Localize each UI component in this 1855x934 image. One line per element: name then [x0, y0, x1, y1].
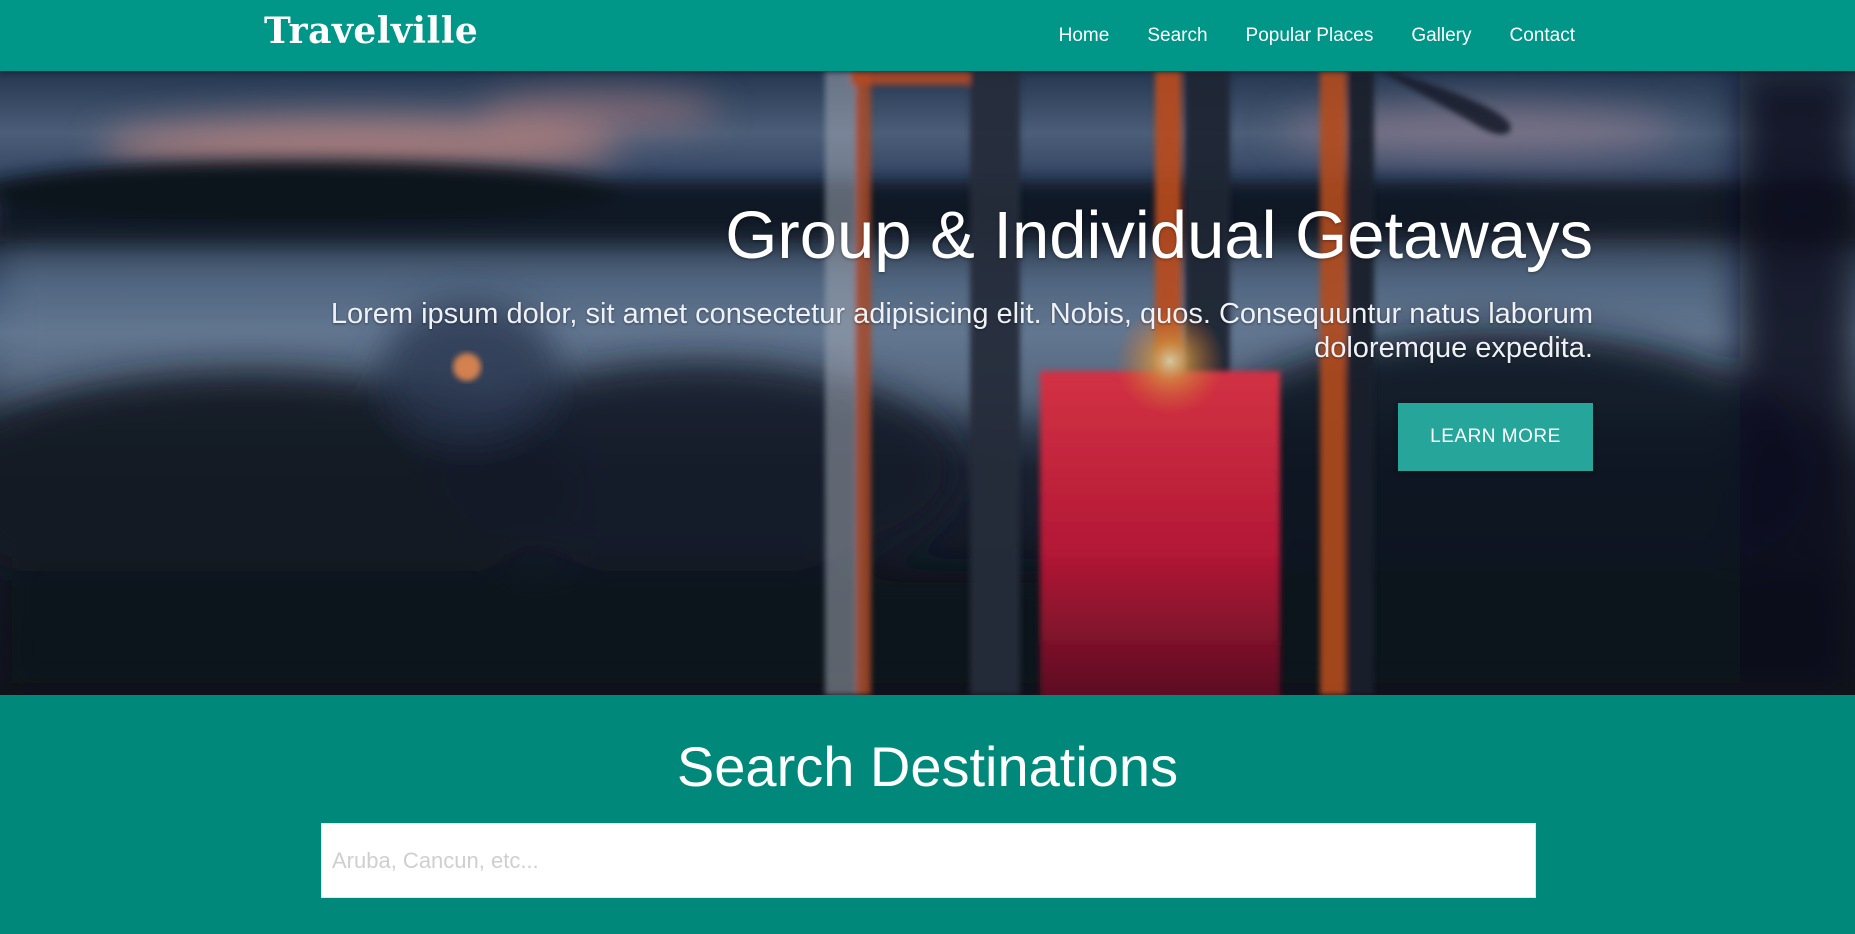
navbar: Travelville Home Search Popular Places G… [0, 0, 1855, 71]
nav-menu: Home Search Popular Places Gallery Conta… [1021, 0, 1575, 71]
hero-overlay [0, 71, 1855, 695]
nav-link-home[interactable]: Home [1059, 25, 1110, 46]
learn-more-button[interactable]: Learn More [1398, 403, 1593, 471]
nav-link-gallery[interactable]: Gallery [1411, 25, 1471, 46]
nav-item-home: Home [1059, 25, 1110, 47]
search-section: Search Destinations [0, 695, 1855, 934]
hero-section: Group & Individual Getaways Lorem ipsum … [0, 71, 1855, 695]
destination-search-input[interactable] [321, 823, 1536, 898]
hero-description: Lorem ipsum dolor, sit amet consectetur … [330, 298, 1593, 364]
search-title: Search Destinations [676, 735, 1179, 798]
nav-item-search: Search [1147, 25, 1207, 47]
nav-item-contact: Contact [1510, 25, 1575, 47]
brand-logo[interactable]: Travelville [264, 9, 478, 53]
nav-link-search[interactable]: Search [1147, 25, 1207, 46]
nav-link-popular-places[interactable]: Popular Places [1246, 25, 1374, 46]
nav-item-popular-places: Popular Places [1246, 25, 1374, 47]
nav-item-gallery: Gallery [1411, 25, 1471, 47]
nav-link-contact[interactable]: Contact [1510, 25, 1575, 46]
hero-title: Group & Individual Getaways [725, 198, 1593, 273]
